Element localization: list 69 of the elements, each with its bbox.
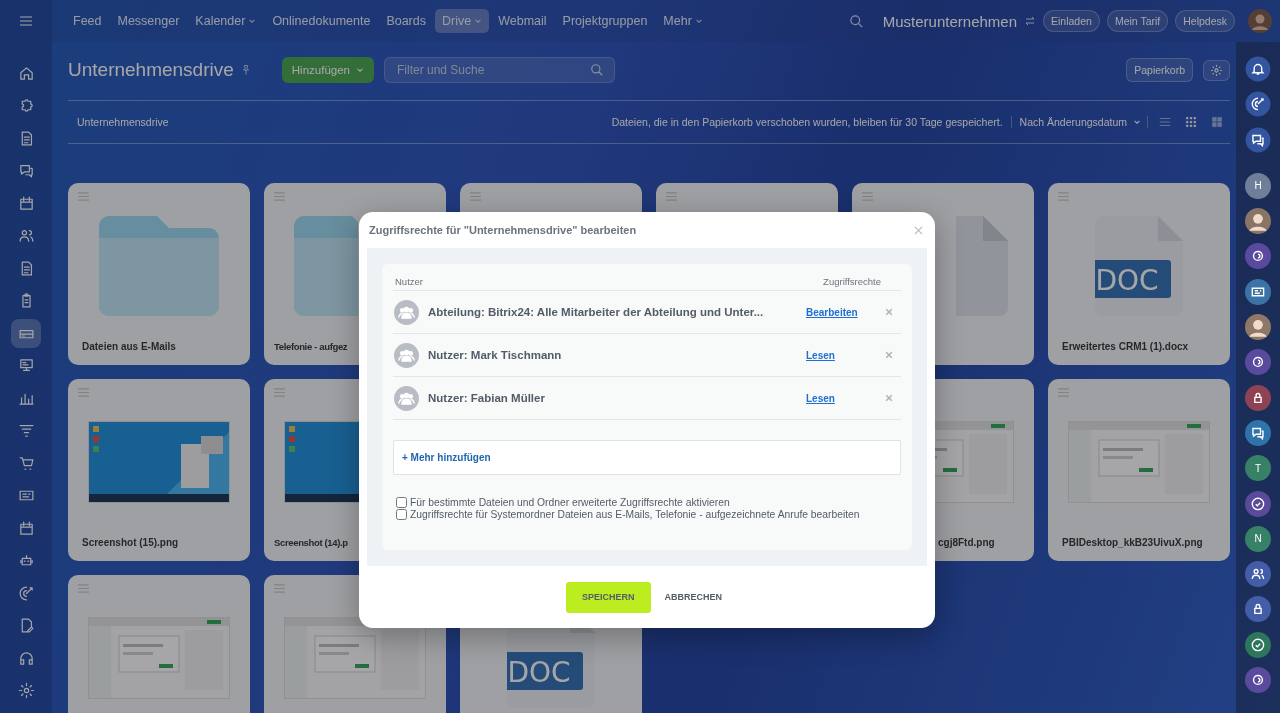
folder-icon [99,216,219,316]
company-name[interactable]: Musterunternehmen [882,12,1017,30]
nav-tab[interactable]: Feed [66,9,109,33]
contact-initial[interactable]: N [1245,525,1271,552]
caret-icon[interactable] [474,17,483,25]
file-name[interactable]: Dateien aus E-Mails [68,341,176,352]
column-header: Nutzer [395,276,423,287]
file-name[interactable]: PBIDesktop_kkB23UivuX.png [1048,537,1203,548]
people-icon[interactable] [1245,561,1271,588]
caret-icon[interactable] [694,17,703,25]
target-icon[interactable] [1245,91,1271,118]
column-header: Zugriffsrechte [823,276,882,287]
group-icon [394,299,419,325]
round-icon[interactable] [1245,243,1271,270]
search-icon[interactable] [848,13,864,29]
contact-initial[interactable]: T [1245,455,1271,482]
caret-icon[interactable] [1133,118,1141,126]
file-card[interactable]: Screenshot (15).png [68,379,250,561]
search-icon[interactable] [590,63,604,77]
nav-tab[interactable]: Kalender [188,9,264,33]
breadcrumb[interactable]: Unternehmensdrive [77,116,169,128]
remove-icon[interactable] [885,351,893,359]
folder-icon [293,216,358,316]
page-title: Unternehmensdrive [68,59,234,81]
bell-icon[interactable] [1245,56,1271,82]
nav-tab[interactable]: Projektgruppen [555,9,655,33]
save-button[interactable]: SPEICHERN [566,581,651,613]
chat-icon[interactable] [1245,419,1271,446]
file-name[interactable]: Screenshot (14).p [264,537,348,548]
trash-notice: Dateien, die in den Papierkorb verschoben wurden, bleiben für 30 Tage gespeichert. [611,116,1012,128]
file-card[interactable]: Dateien aus E-Mails [68,183,250,365]
checkbox[interactable] [396,509,407,520]
add-button[interactable]: Hinzufügen [281,57,374,83]
sort-dropdown[interactable]: Nach Änderungsdatum [1019,116,1148,128]
gear-icon[interactable] [1210,63,1223,77]
nav-tab[interactable]: Webmail [491,9,554,33]
file-icon [956,216,1008,316]
remove-icon[interactable] [885,308,893,316]
lock-icon[interactable] [1245,596,1271,623]
avatar-icon[interactable] [1245,208,1271,235]
swap-icon[interactable] [1024,15,1036,27]
avatar-icon[interactable] [1245,314,1271,341]
nav-tab[interactable]: Messenger [110,9,187,33]
chat-icon[interactable] [1245,126,1271,153]
file-name[interactable]: Erweitertes CRM1 (1).docx [1048,341,1189,352]
permission-link[interactable]: Bearbeiten [806,306,868,318]
lock-icon[interactable] [1245,384,1271,411]
round-icon[interactable] [1245,667,1271,694]
checkbox[interactable] [396,497,407,508]
add-more-button[interactable]: + Mehr hinzufügen [393,440,901,475]
group-icon [394,342,419,368]
caret-icon[interactable] [248,17,257,25]
check-icon[interactable] [1245,631,1271,658]
nav-tab[interactable]: Onlinedokumente [265,9,378,33]
nav-tab[interactable]: Mehr [656,9,710,33]
file-card[interactable]: DOC Erweitertes CRM1 (1).docx [1048,183,1230,365]
remove-icon[interactable] [885,394,893,402]
check-icon[interactable] [1245,490,1271,517]
round-icon[interactable] [1245,349,1271,376]
file-card[interactable]: PBIDesktop_kkB23UivuX.png [1048,379,1230,561]
caret-icon[interactable] [356,66,364,74]
cancel-button[interactable]: ABBRECHEN [658,591,728,603]
permission-link[interactable]: Lesen [806,349,868,361]
nav-tab[interactable]: Boards [379,9,433,33]
file-name[interactable]: Telefonie - aufgez [264,341,348,352]
file-name[interactable]: Screenshot (15).png [68,537,179,548]
card-icon[interactable] [1245,278,1271,305]
contact-initial[interactable]: H [1245,172,1271,199]
group-icon [394,385,419,411]
